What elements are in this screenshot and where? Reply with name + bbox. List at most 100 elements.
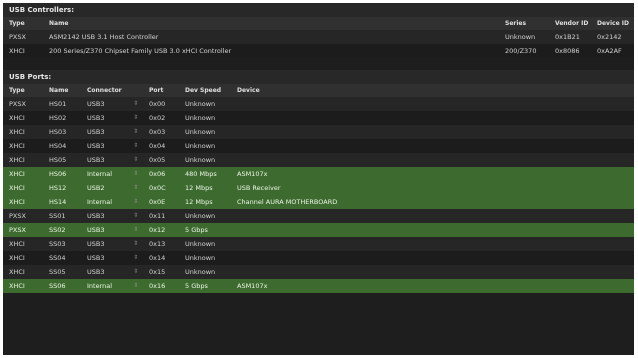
controller-row[interactable]: PXSX ASM2142 USB 3.1 Host Controller Unkno… (3, 30, 634, 44)
port-connector[interactable]: USB3 (81, 251, 129, 265)
port-device (231, 209, 634, 223)
port-row[interactable]: XHCI HS05 USB3 ⇳ 0x05 Unknown (3, 153, 634, 167)
connector-stepper-icon[interactable]: ⇳ (129, 167, 143, 181)
port-row[interactable]: PXSX HS01 USB3 ⇳ 0x00 Unknown (3, 97, 634, 111)
controllers-empty-area (3, 58, 634, 70)
port-name[interactable]: HS03 (43, 125, 81, 139)
port-name[interactable]: HS14 (43, 195, 81, 209)
port-connector[interactable]: Internal (81, 279, 129, 293)
port-name[interactable]: HS06 (43, 167, 81, 181)
port-connector[interactable]: USB3 (81, 223, 129, 237)
port-name[interactable]: SS04 (43, 251, 81, 265)
port-row[interactable]: XHCI HS02 USB3 ⇳ 0x02 Unknown (3, 111, 634, 125)
connector-stepper-icon[interactable]: ⇳ (129, 223, 143, 237)
port-device: Channel AURA MOTHERBOARD (237, 198, 338, 206)
connector-stepper-icon[interactable]: ⇳ (129, 97, 143, 111)
connector-stepper-icon[interactable]: ⇳ (129, 279, 143, 293)
port-connector[interactable]: Internal (81, 167, 129, 181)
port-row[interactable]: XHCI HS12 USB2 ⇳ 0x0C 12 Mbps USB Receiver (3, 181, 634, 195)
controller-name: ASM2142 USB 3.1 Host Controller (49, 33, 159, 41)
controllers-table-body: PXSX ASM2142 USB 3.1 Host Controller Unkno… (3, 30, 634, 58)
port-address: 0x0C (149, 184, 166, 192)
connector-stepper-icon[interactable]: ⇳ (129, 125, 143, 139)
port-connector[interactable]: USB3 (81, 97, 129, 111)
col-header-type[interactable]: Type (3, 17, 43, 30)
port-connector[interactable]: USB3 (81, 111, 129, 125)
controller-row[interactable]: XHCI 200 Series/Z370 Chipset Family USB 3… (3, 44, 634, 58)
port-connector[interactable]: USB3 (81, 139, 129, 153)
connector-stepper-icon[interactable]: ⇳ (129, 209, 143, 223)
controller-vendor-id: 0x8086 (555, 47, 580, 55)
port-name[interactable]: HS05 (43, 153, 81, 167)
col-header-connector[interactable]: Connector (81, 84, 129, 97)
port-type: PXSX (9, 212, 26, 220)
controller-device-id: 0x2142 (597, 33, 622, 41)
port-row[interactable]: XHCI HS14 Internal ⇳ 0x0E 12 Mbps Channel AURA… (3, 195, 634, 209)
port-row[interactable]: XHCI SS04 USB3 ⇳ 0x14 Unknown (3, 251, 634, 265)
port-name[interactable]: HS04 (43, 139, 81, 153)
port-device (231, 251, 634, 265)
port-device: USB Receiver (237, 184, 281, 192)
connector-stepper-icon[interactable]: ⇳ (129, 251, 143, 265)
col-header-device[interactable]: Device (231, 84, 634, 97)
port-name[interactable]: SS02 (43, 223, 81, 237)
port-connector[interactable]: USB3 (81, 153, 129, 167)
connector-stepper-icon[interactable]: ⇳ (129, 111, 143, 125)
port-device: ASM107x (237, 282, 268, 290)
port-name[interactable]: SS03 (43, 237, 81, 251)
port-type: XHCI (9, 282, 25, 290)
col-header-name[interactable]: Name (43, 84, 81, 97)
port-device: ASM107x (237, 170, 268, 178)
port-dev-speed: Unknown (185, 114, 216, 122)
port-connector[interactable]: USB3 (81, 237, 129, 251)
port-name[interactable]: HS02 (43, 111, 81, 125)
usb-info-panel: USB Controllers: Type Name Series Vendor… (3, 3, 634, 355)
port-name[interactable]: SS06 (43, 279, 81, 293)
port-device (231, 265, 634, 279)
port-row[interactable]: XHCI HS04 USB3 ⇳ 0x04 Unknown (3, 139, 634, 153)
port-name[interactable]: SS01 (43, 209, 81, 223)
port-row[interactable]: XHCI SS06 Internal ⇳ 0x16 5 Gbps ASM107x (3, 279, 634, 293)
connector-stepper-icon[interactable]: ⇳ (129, 265, 143, 279)
connector-stepper-icon[interactable]: ⇳ (129, 195, 143, 209)
port-connector[interactable]: USB3 (81, 125, 129, 139)
port-row[interactable]: XHCI SS03 USB3 ⇳ 0x13 Unknown (3, 237, 634, 251)
port-dev-speed: 5 Gbps (185, 226, 208, 234)
port-device (231, 237, 634, 251)
port-dev-speed: Unknown (185, 142, 216, 150)
port-name[interactable]: HS01 (43, 97, 81, 111)
col-header-name[interactable]: Name (43, 17, 499, 30)
port-row[interactable]: PXSX SS02 USB3 ⇳ 0x12 5 Gbps (3, 223, 634, 237)
port-address: 0x11 (149, 212, 166, 220)
port-row[interactable]: XHCI HS06 Internal ⇳ 0x06 480 Mbps ASM107x (3, 167, 634, 181)
port-row[interactable]: XHCI HS03 USB3 ⇳ 0x03 Unknown (3, 125, 634, 139)
col-header-vendor-id[interactable]: Vendor ID (549, 17, 591, 30)
port-address: 0x00 (149, 100, 166, 108)
col-header-type[interactable]: Type (3, 84, 43, 97)
port-type: XHCI (9, 170, 25, 178)
col-header-dev-speed[interactable]: Dev Speed (179, 84, 231, 97)
port-connector[interactable]: USB2 (81, 181, 129, 195)
port-row[interactable]: XHCI SS05 USB3 ⇳ 0x15 Unknown (3, 265, 634, 279)
port-dev-speed: 480 Mbps (185, 170, 217, 178)
col-header-series[interactable]: Series (499, 17, 549, 30)
port-dev-speed: Unknown (185, 240, 216, 248)
port-name[interactable]: SS05 (43, 265, 81, 279)
port-type: XHCI (9, 156, 25, 164)
port-connector[interactable]: USB3 (81, 265, 129, 279)
port-connector[interactable]: Internal (81, 195, 129, 209)
port-type: XHCI (9, 198, 25, 206)
port-name[interactable]: HS12 (43, 181, 81, 195)
port-row[interactable]: PXSX SS01 USB3 ⇳ 0x11 Unknown (3, 209, 634, 223)
port-address: 0x13 (149, 240, 166, 248)
port-address: 0x14 (149, 254, 166, 262)
port-dev-speed: 5 Gbps (185, 282, 208, 290)
connector-stepper-icon[interactable]: ⇳ (129, 237, 143, 251)
col-header-port[interactable]: Port (143, 84, 179, 97)
port-connector[interactable]: USB3 (81, 209, 129, 223)
port-type: PXSX (9, 226, 26, 234)
col-header-device-id[interactable]: Device ID (591, 17, 634, 30)
connector-stepper-icon[interactable]: ⇳ (129, 181, 143, 195)
connector-stepper-icon[interactable]: ⇳ (129, 153, 143, 167)
connector-stepper-icon[interactable]: ⇳ (129, 139, 143, 153)
